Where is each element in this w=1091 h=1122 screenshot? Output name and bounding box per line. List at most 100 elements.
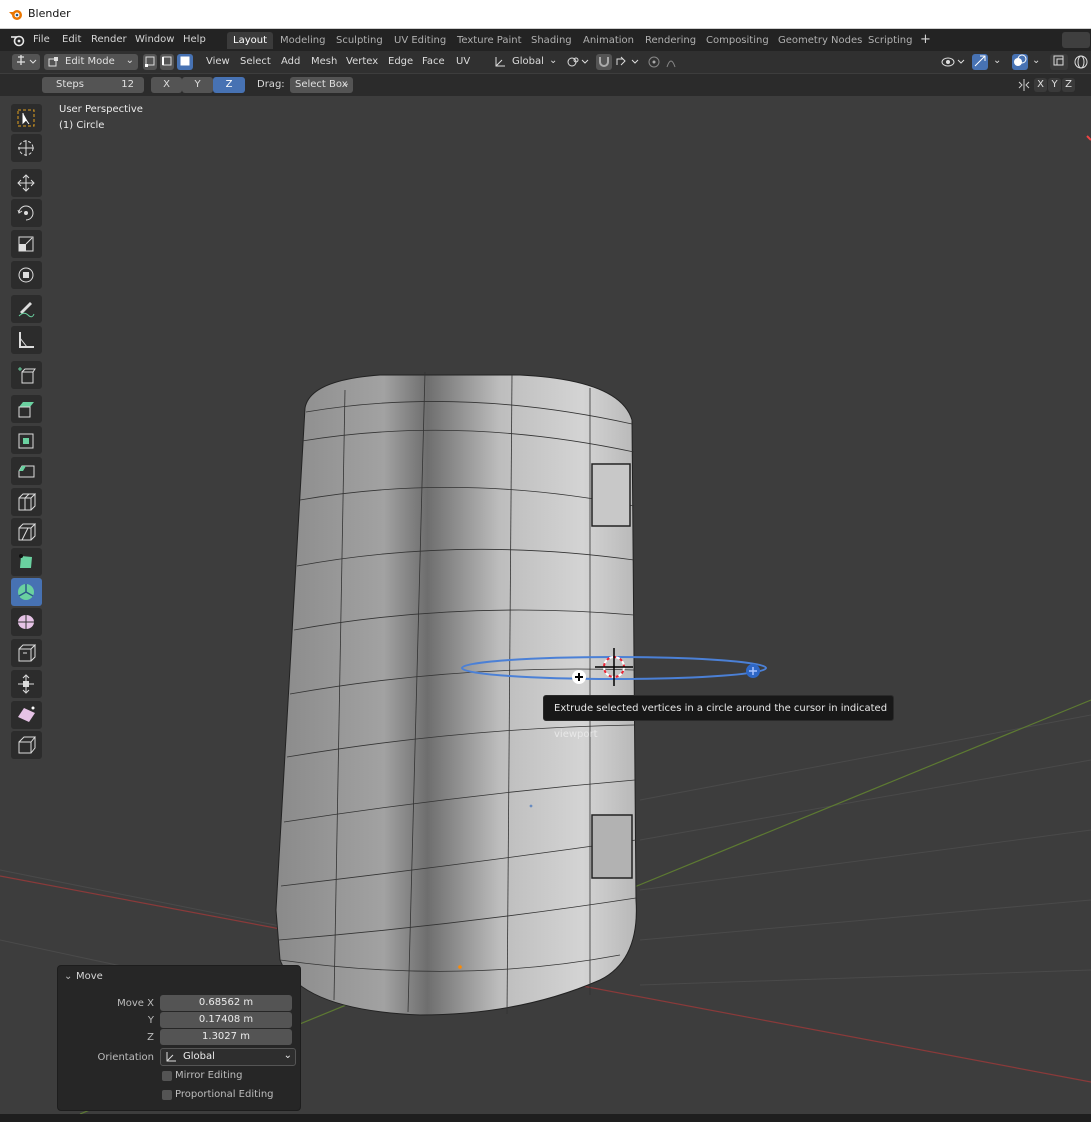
wireframe-shading-icon[interactable]	[1073, 55, 1089, 69]
xray-toggle[interactable]	[1050, 54, 1068, 70]
tab-shading[interactable]: Shading	[525, 32, 578, 49]
tool-inset-faces[interactable]	[11, 426, 42, 454]
menu-view[interactable]: View	[206, 56, 230, 67]
viewport-header: Edit Mode ⌄ View Select Add Mesh Vertex …	[0, 51, 1091, 73]
tab-compositing[interactable]: Compositing	[700, 32, 775, 49]
knife-icon	[18, 523, 36, 541]
tab-layout[interactable]: Layout	[227, 32, 273, 49]
gizmo-toggle[interactable]	[972, 54, 988, 70]
menu-select[interactable]: Select	[240, 56, 271, 67]
tool-bevel[interactable]	[11, 457, 42, 485]
tab-geometry-nodes[interactable]: Geometry Nodes	[772, 32, 868, 49]
tool-measure[interactable]	[11, 326, 42, 354]
visibility-icon[interactable]	[941, 55, 969, 69]
editor-type-icon	[17, 55, 37, 65]
blender-logo-icon	[9, 10, 22, 20]
edge-select-button[interactable]	[160, 54, 174, 70]
chevron-down-icon[interactable]: ⌄	[993, 55, 1001, 66]
tool-rip-region[interactable]	[11, 731, 42, 759]
menu-add[interactable]: Add	[281, 56, 300, 67]
tool-extrude-region[interactable]	[11, 395, 42, 423]
move-z-label: Z	[147, 1032, 154, 1043]
snap-toggle[interactable]	[596, 54, 612, 70]
face-select-button[interactable]	[177, 54, 193, 70]
rotate-icon	[17, 205, 34, 221]
drag-dropdown[interactable]: Select Box ⌄	[290, 77, 353, 93]
tool-edge-slide[interactable]	[11, 639, 42, 667]
steps-field[interactable]: Steps 12	[42, 77, 144, 93]
tab-rendering[interactable]: Rendering	[639, 32, 702, 49]
mirror-z-button[interactable]: Z	[1062, 78, 1075, 92]
loop-cut-icon	[18, 493, 36, 511]
tool-add-cube[interactable]	[11, 361, 42, 389]
tool-scale[interactable]	[11, 230, 42, 258]
proportional-edit-icon[interactable]	[647, 55, 683, 69]
menu-file[interactable]: File	[33, 34, 50, 45]
chevron-down-icon[interactable]: ⌄	[64, 971, 72, 982]
drag-label: Drag:	[257, 79, 285, 90]
move-x-label: Move X	[117, 998, 154, 1009]
tab-texture-paint[interactable]: Texture Paint	[451, 32, 528, 49]
move-x-field[interactable]: 0.68562 m	[160, 995, 292, 1011]
menu-window[interactable]: Window	[135, 34, 174, 45]
mirror-x-button[interactable]: X	[1034, 78, 1047, 92]
proportional-editing-checkbox[interactable]	[162, 1090, 172, 1100]
tool-rotate[interactable]	[11, 199, 42, 227]
tool-cursor[interactable]	[11, 134, 42, 162]
tool-shrink-fatten[interactable]	[11, 670, 42, 698]
scale-icon	[18, 236, 34, 252]
axis-x-button[interactable]: X	[151, 77, 182, 93]
pivot-icon[interactable]	[566, 55, 590, 69]
tab-uv-editing[interactable]: UV Editing	[388, 32, 452, 49]
blender-menu-icon[interactable]	[10, 33, 26, 47]
tool-transform[interactable]	[11, 261, 42, 289]
move-z-field[interactable]: 1.3027 m	[160, 1029, 292, 1045]
menu-edit[interactable]: Edit	[62, 34, 81, 45]
mirror-y-button[interactable]: Y	[1048, 78, 1061, 92]
orientation-dropdown[interactable]: Global ⌄	[160, 1048, 296, 1066]
add-workspace-icon[interactable]: +	[920, 32, 931, 47]
edge-marker	[1086, 135, 1091, 141]
tool-shear[interactable]	[11, 701, 42, 729]
add-cube-icon	[18, 367, 36, 384]
tool-select-box[interactable]	[11, 104, 42, 132]
move-y-field[interactable]: 0.17408 m	[160, 1012, 292, 1028]
tool-shelf	[9, 100, 44, 760]
vertex-select-button[interactable]	[143, 54, 157, 70]
tool-knife[interactable]	[11, 518, 42, 546]
operator-panel-move[interactable]: ⌄ Move Move X 0.68562 m Y 0.17408 m Z 1.…	[57, 965, 301, 1111]
snap-target-icon[interactable]	[615, 55, 641, 69]
scene-selector[interactable]	[1062, 32, 1090, 48]
tab-animation[interactable]: Animation	[577, 32, 640, 49]
move-icon	[17, 174, 35, 192]
editor-type-button[interactable]	[12, 54, 40, 70]
mode-dropdown[interactable]: Edit Mode ⌄	[44, 54, 138, 70]
orientation-dropdown[interactable]: Global ⌄	[492, 54, 558, 70]
tool-move[interactable]	[11, 169, 42, 197]
menu-vertex[interactable]: Vertex	[346, 56, 378, 67]
mirror-editing-checkbox[interactable]	[162, 1071, 172, 1081]
tab-sculpting[interactable]: Sculpting	[330, 32, 389, 49]
menu-mesh[interactable]: Mesh	[311, 56, 337, 67]
3d-viewport[interactable]: User Perspective (1) Circle	[0, 96, 1091, 1114]
tool-annotate[interactable]	[11, 295, 42, 323]
tool-spin[interactable]	[11, 578, 42, 606]
proportional-editing-label: Proportional Editing	[175, 1089, 274, 1100]
overlay-icon	[1014, 54, 1027, 66]
menu-help[interactable]: Help	[183, 34, 206, 45]
move-y-label: Y	[147, 1015, 154, 1026]
tool-poly-build[interactable]	[11, 548, 42, 576]
menu-uv[interactable]: UV	[456, 56, 470, 67]
tab-scripting[interactable]: Scripting	[862, 32, 918, 49]
tool-smooth[interactable]	[11, 608, 42, 636]
axis-z-button[interactable]: Z	[213, 77, 245, 93]
menu-render[interactable]: Render	[91, 34, 127, 45]
menu-face[interactable]: Face	[422, 56, 445, 67]
axis-y-button[interactable]: Y	[182, 77, 213, 93]
overlay-toggle[interactable]	[1012, 54, 1028, 70]
menu-edge[interactable]: Edge	[388, 56, 413, 67]
tab-modeling[interactable]: Modeling	[274, 32, 332, 49]
chevron-down-icon[interactable]: ⌄	[1032, 55, 1040, 66]
mode-label: Edit Mode	[65, 56, 115, 67]
tool-loop-cut[interactable]	[11, 488, 42, 516]
